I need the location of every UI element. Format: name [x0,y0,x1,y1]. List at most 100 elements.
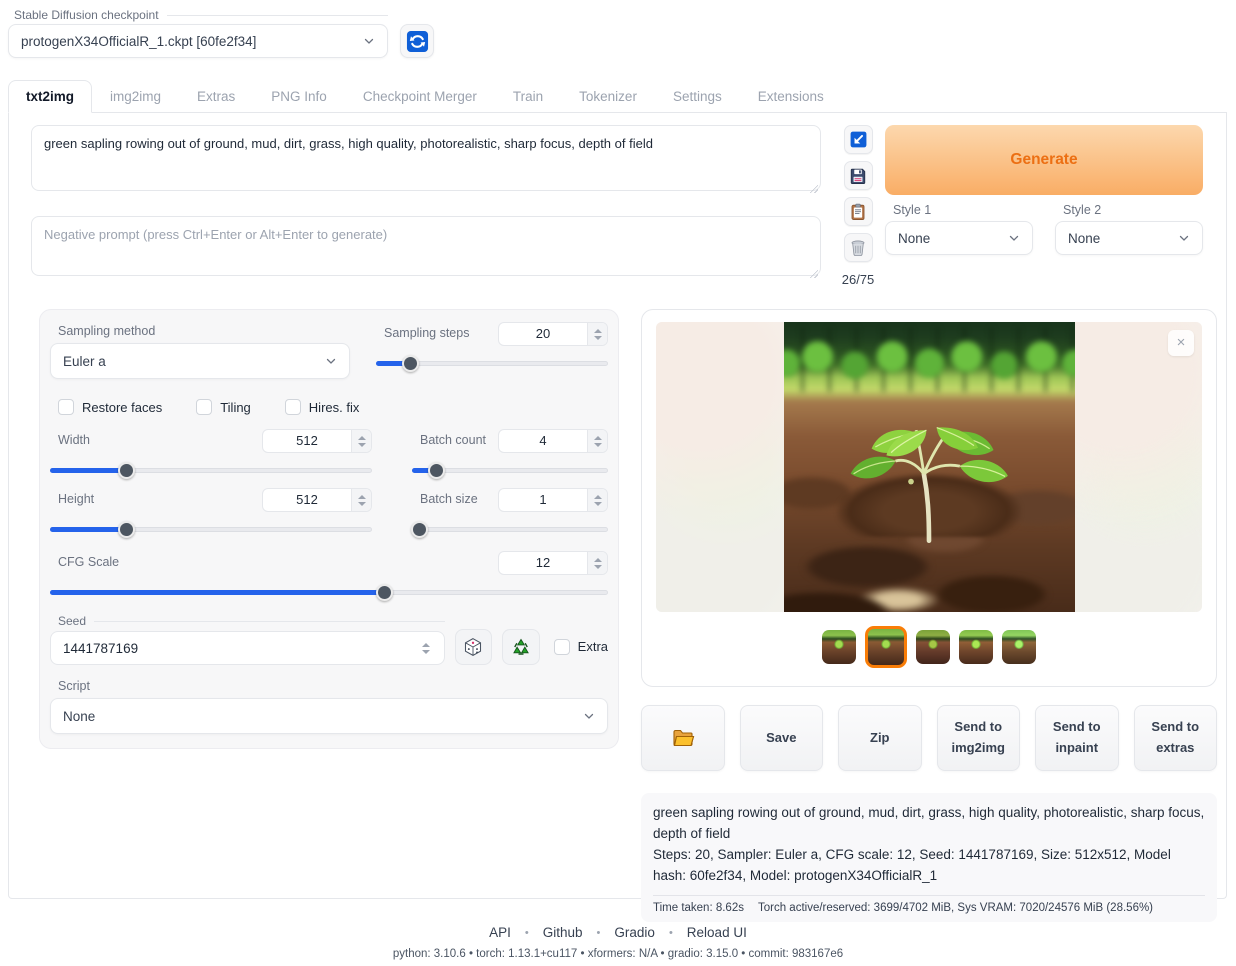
checkpoint-select[interactable]: protogenX34OfficialR_1.ckpt [60fe2f34] [8,24,388,58]
batch-size-slider[interactable] [412,521,608,537]
chevron-down-icon [1008,232,1020,244]
batch-count-input[interactable]: 4 [498,429,608,453]
send-to-img2img-button[interactable]: Send to img2img [937,705,1021,771]
checkbox-box [285,399,301,415]
cfg-scale-slider[interactable] [50,584,608,600]
tab-train[interactable]: Train [495,80,561,112]
tab-tokenizer[interactable]: Tokenizer [561,80,655,112]
tab-img2img[interactable]: img2img [92,80,179,112]
reuse-seed-button[interactable] [502,629,540,665]
recycle-icon [511,637,531,657]
refresh-checkpoint-button[interactable] [400,24,434,58]
style1-select[interactable]: None [885,221,1033,255]
time-taken: Time taken: 8.62s [653,902,744,914]
paste-generation-params-button[interactable] [844,125,873,154]
floppy-disk-icon [849,167,867,185]
clear-prompt-button[interactable] [844,233,873,262]
app-root: Stable Diffusion checkpoint protogenX34O… [0,0,1236,966]
paste-arrow-icon [849,130,868,149]
batch-count-slider[interactable] [412,462,608,478]
tab-bar: txt2img img2img Extras PNG Info Checkpoi… [8,78,1227,113]
sampling-method-label: Sampling method [58,324,350,338]
vram-stats: Torch active/reserved: 3699/4702 MiB, Sy… [758,902,1153,914]
cfg-scale-label: CFG Scale [58,555,119,569]
save-style-button[interactable] [844,161,873,190]
stepper-arrows[interactable] [587,430,607,452]
stepper-arrows[interactable] [587,552,607,574]
batch-size-input[interactable]: 1 [498,488,608,512]
preview-backdrop [656,322,784,612]
generated-image[interactable] [784,322,1075,612]
generation-info-panel: green sapling rowing out of ground, mud,… [641,793,1217,922]
width-slider[interactable] [50,462,372,478]
stepper-arrows[interactable] [587,323,607,345]
prompt-input[interactable]: green sapling rowing out of ground, mud,… [31,125,821,191]
chevron-down-icon [363,35,375,47]
tab-png-info[interactable]: PNG Info [253,80,345,112]
tab-settings[interactable]: Settings [655,80,740,112]
trash-icon [849,239,867,257]
clipboard-icon [849,203,867,221]
stepper-arrows[interactable] [351,430,371,452]
height-input[interactable]: 512 [262,488,372,512]
save-button[interactable]: Save [740,705,824,771]
footer-link-gradio[interactable]: Gradio [614,925,655,940]
footer-link-api[interactable]: API [489,925,511,940]
tiling-checkbox[interactable]: Tiling [196,399,251,415]
thumbnail-4[interactable] [959,630,993,664]
apply-style-button[interactable] [844,197,873,226]
hires-fix-checkbox[interactable]: Hires. fix [285,399,360,415]
script-select[interactable]: None [50,698,608,734]
preview-backdrop [1075,322,1203,612]
folder-icon [671,726,695,750]
thumbnail-strip [656,618,1202,676]
stepper-arrows[interactable] [416,643,436,654]
footer-link-github[interactable]: Github [543,925,583,940]
send-to-extras-button[interactable]: Send to extras [1134,705,1218,771]
sampling-steps-input[interactable]: 20 [498,322,608,346]
image-preview: × [656,322,1202,612]
footer-link-reload-ui[interactable]: Reload UI [687,925,747,940]
zip-button[interactable]: Zip [838,705,922,771]
checkbox-box [554,639,570,655]
sampling-method-select[interactable]: Euler a [50,343,350,379]
width-input[interactable]: 512 [262,429,372,453]
chevron-down-icon [325,355,337,367]
tab-extensions[interactable]: Extensions [740,80,842,112]
stepper-arrows[interactable] [351,489,371,511]
send-to-inpaint-button[interactable]: Send to inpaint [1035,705,1119,771]
generate-button[interactable]: Generate [885,125,1203,195]
checkpoint-value: protogenX34OfficialR_1.ckpt [60fe2f34] [21,34,256,49]
thumbnail-1[interactable] [822,630,856,664]
generation-info-prompt: green sapling rowing out of ground, mud,… [653,803,1205,845]
txt2img-panel: green sapling rowing out of ground, mud,… [8,113,1227,899]
random-seed-button[interactable] [455,629,493,665]
tab-extras[interactable]: Extras [179,80,253,112]
output-actions: Save Zip Send to img2img Send to inpaint… [641,705,1217,771]
seed-input[interactable]: 1441787169 [50,631,445,665]
stepper-arrows[interactable] [587,489,607,511]
batch-count-label: Batch count [420,433,486,447]
generation-settings-panel: Sampling method Euler a Sampling steps 2… [39,309,619,749]
output-gallery-panel: × [641,309,1217,687]
cfg-scale-input[interactable]: 12 [498,551,608,575]
tab-txt2img[interactable]: txt2img [8,80,92,113]
extra-seed-checkbox[interactable]: Extra [554,639,608,655]
sampling-steps-slider[interactable] [376,355,608,371]
dice-icon [463,637,483,657]
negative-prompt-input[interactable] [31,216,821,276]
height-slider[interactable] [50,521,372,537]
token-counter: 26/75 [842,272,875,287]
style2-label: Style 2 [1063,203,1203,217]
thumbnail-2-selected[interactable] [865,626,907,668]
open-folder-button[interactable] [641,705,725,771]
thumbnail-3[interactable] [916,630,950,664]
close-icon[interactable]: × [1168,330,1194,356]
restore-faces-checkbox[interactable]: Restore faces [58,399,162,415]
tab-checkpoint-merger[interactable]: Checkpoint Merger [345,80,495,112]
footer: API • Github • Gradio • Reload UI python… [0,925,1236,960]
thumbnail-5[interactable] [1002,630,1036,664]
sapling-illustration [849,371,1009,551]
style2-select[interactable]: None [1055,221,1203,255]
generation-info-params: Steps: 20, Sampler: Euler a, CFG scale: … [653,845,1205,887]
